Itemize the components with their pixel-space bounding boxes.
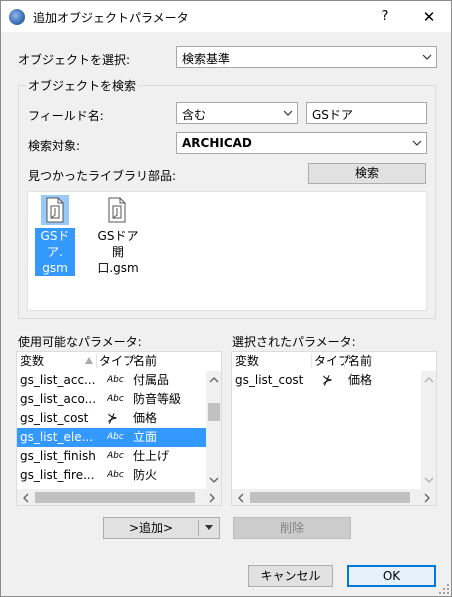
cost-type-icon: ⊁	[322, 373, 333, 388]
close-button[interactable]: ✕	[415, 5, 443, 29]
remove-button[interactable]: 削除	[233, 517, 351, 539]
search-target-dropdown[interactable]: ARCHICAD	[176, 132, 427, 154]
scroll-right-icon[interactable]	[207, 493, 217, 503]
sort-ascending-icon	[85, 357, 93, 364]
column-header-name[interactable]: 名前	[348, 352, 372, 370]
found-parts-list	[27, 191, 427, 311]
dialog-window: 追加オブジェクトパラメータ ? ✕ オブジェクトを選択: 検索基準 オブジェクト…	[0, 0, 452, 597]
list-header: 変数 タイプ 名前	[232, 352, 422, 370]
scroll-down-icon[interactable]	[209, 475, 219, 485]
table-row[interactable]: gs_list_finish Abc 仕上げ	[17, 447, 207, 466]
help-button[interactable]: ?	[373, 5, 397, 29]
search-target-value: ARCHICAD	[182, 136, 252, 150]
horizontal-scrollbar[interactable]	[232, 489, 436, 505]
column-header-var[interactable]: 変数	[235, 352, 259, 370]
table-row-selected[interactable]: gs_list_ele... Abc 立面	[17, 428, 207, 447]
resize-grip-icon[interactable]	[439, 584, 450, 595]
door-file-icon	[46, 197, 64, 223]
ok-button[interactable]: OK	[347, 565, 436, 587]
field-name-input[interactable]: GSドア	[306, 102, 427, 124]
vertical-scrollbar[interactable]	[206, 371, 221, 489]
select-object-label: オブジェクトを選択:	[18, 53, 131, 67]
column-header-var[interactable]: 変数	[20, 352, 44, 370]
scroll-thumb[interactable]	[250, 492, 410, 503]
library-item-label: GSドア. gsm	[35, 228, 75, 276]
horizontal-scrollbar[interactable]	[17, 489, 221, 505]
table-row[interactable]: gs_list_cost ⊁ 価格	[17, 409, 207, 428]
chevron-down-icon[interactable]	[204, 524, 214, 532]
search-target-label: 検索対象:	[28, 139, 81, 153]
scroll-right-icon[interactable]	[422, 493, 432, 503]
scroll-down-icon[interactable]	[424, 475, 434, 485]
selected-params-list[interactable]: 変数 タイプ 名前 gs_list_cost ⊁ 価格	[231, 351, 437, 506]
archicad-app-icon	[9, 9, 25, 25]
search-button[interactable]: 検索	[308, 163, 426, 184]
list-header: 変数 タイプ 名前	[17, 352, 207, 370]
cost-type-icon: ⊁	[107, 411, 118, 426]
scroll-thumb[interactable]	[208, 403, 220, 421]
field-name-label: フィールド名:	[28, 109, 104, 123]
library-item-gsdoor-opening[interactable]: GSドア開 口.gsm	[93, 195, 143, 275]
select-object-value: 検索基準	[182, 52, 231, 66]
add-split-button: >追加>	[103, 517, 220, 539]
scroll-up-icon[interactable]	[424, 375, 434, 385]
chevron-down-icon	[283, 110, 293, 116]
door-file-icon	[108, 197, 126, 223]
vertical-scrollbar[interactable]	[421, 371, 436, 489]
table-row[interactable]: gs_list_cost ⊁ 価格	[232, 371, 422, 390]
table-row[interactable]: gs_list_fire... Abc 防火	[17, 466, 207, 485]
column-header-name[interactable]: 名前	[133, 352, 157, 370]
scroll-thumb[interactable]	[35, 492, 195, 503]
library-item-label: GSドア開 口.gsm	[97, 229, 139, 275]
selected-params-label: 選択されたパラメータ:	[232, 335, 356, 349]
table-row[interactable]: gs_list_acc... Abc 付属品	[17, 371, 207, 390]
operator-value: 含む	[182, 108, 207, 122]
operator-dropdown[interactable]: 含む	[176, 102, 298, 124]
scroll-up-icon[interactable]	[209, 375, 219, 385]
scroll-left-icon[interactable]	[21, 493, 31, 503]
select-object-dropdown[interactable]: 検索基準	[176, 46, 437, 68]
field-name-value: GSドア	[312, 108, 353, 122]
library-item-gsdoor[interactable]: GSドア. gsm	[33, 195, 77, 276]
search-group-title: オブジェクトを検索	[26, 77, 139, 94]
available-params-label: 使用可能なパラメータ:	[18, 335, 142, 349]
found-parts-label: 見つかったライブラリ部品:	[28, 169, 177, 183]
chevron-down-icon	[412, 140, 422, 146]
cancel-button[interactable]: キャンセル	[248, 565, 333, 587]
available-params-list[interactable]: 変数 タイプ 名前 gs_list_acc... Abc 付属品 gs_list…	[16, 351, 222, 506]
table-row[interactable]: gs_list_aco... Abc 防音等級	[17, 390, 207, 409]
window-title: 追加オブジェクトパラメータ	[33, 11, 189, 25]
scroll-left-icon[interactable]	[236, 493, 246, 503]
chevron-down-icon	[422, 54, 432, 60]
add-button[interactable]: >追加>	[104, 518, 198, 538]
title-bar: 追加オブジェクトパラメータ ? ✕	[1, 1, 451, 32]
